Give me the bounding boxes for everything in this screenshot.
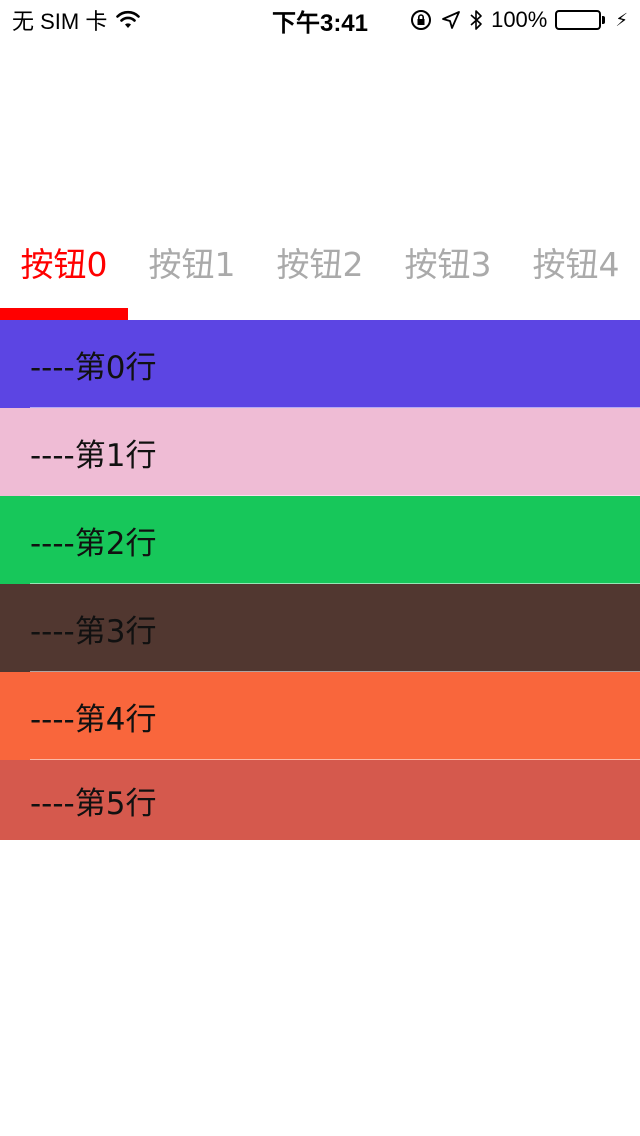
status-bar-right: 100% ⚡	[409, 7, 628, 33]
battery-icon	[555, 10, 606, 30]
table-row-5[interactable]: ----第5行	[0, 760, 640, 840]
segment-tab-bar: 按钮0 按钮1 按钮2 按钮3 按钮4	[0, 232, 640, 292]
status-bar-left: 无 SIM 卡	[12, 4, 141, 36]
table-view: ----第0行 ----第1行 ----第2行 ----第3行 ----第4行 …	[0, 320, 640, 840]
bluetooth-icon	[469, 8, 483, 32]
tab-button-1[interactable]: 按钮1	[128, 232, 256, 292]
table-row-2[interactable]: ----第2行	[0, 496, 640, 584]
tab-button-3[interactable]: 按钮3	[384, 232, 512, 292]
location-icon	[441, 10, 461, 30]
tab-button-4[interactable]: 按钮4	[512, 232, 640, 292]
charging-bolt-icon: ⚡	[615, 9, 628, 30]
tab-button-2[interactable]: 按钮2	[256, 232, 384, 292]
battery-percent: 100%	[491, 7, 548, 32]
row-label: ----第1行	[30, 437, 157, 474]
table-row-0[interactable]: ----第0行	[0, 320, 640, 408]
row-label: ----第5行	[30, 785, 157, 822]
table-row-3[interactable]: ----第3行	[0, 584, 640, 672]
table-row-4[interactable]: ----第4行	[0, 672, 640, 760]
wifi-icon	[115, 10, 141, 30]
table-row-1[interactable]: ----第1行	[0, 408, 640, 496]
row-label: ----第2行	[30, 525, 157, 562]
row-label: ----第0行	[30, 349, 157, 386]
carrier-label: 无 SIM 卡	[12, 9, 108, 34]
row-label: ----第4行	[30, 701, 157, 738]
tab-button-0[interactable]: 按钮0	[0, 232, 128, 292]
tab-indicator	[0, 308, 128, 320]
rotation-lock-icon	[409, 8, 433, 32]
status-bar: 无 SIM 卡 下午3:41 100% ⚡	[0, 0, 640, 40]
row-label: ----第3行	[30, 613, 157, 650]
